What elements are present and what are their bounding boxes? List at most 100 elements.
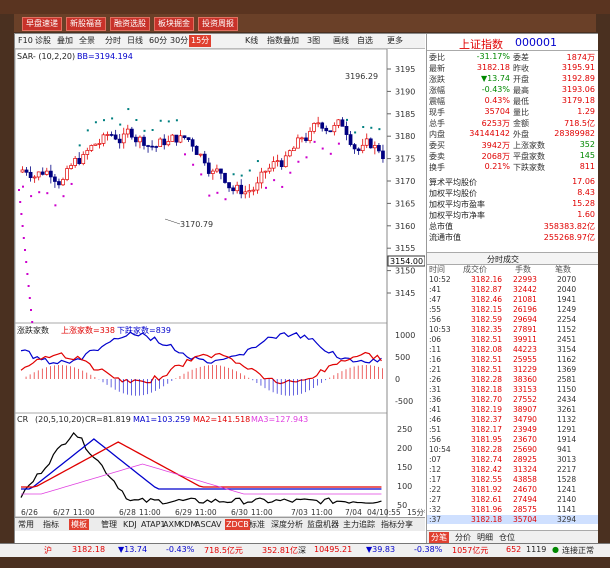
tool-30min[interactable]: 30分 <box>170 35 188 47</box>
trade-row: :22 3181.92 24670 1241 <box>427 485 598 494</box>
promo-button-3[interactable]: 融资选股 <box>110 17 150 31</box>
quote-label: 外盘 <box>513 130 529 139</box>
tab-indicator[interactable]: 指标 <box>43 519 59 530</box>
trade-volume: 25955 <box>513 355 537 364</box>
tab-main-force[interactable]: 主力追踪 <box>343 519 375 530</box>
candle-body <box>239 184 244 195</box>
tab-template[interactable]: 模板 <box>69 519 89 530</box>
tool-watchlist[interactable]: 自选 <box>357 35 373 47</box>
tool-diagnose[interactable]: 诊股 <box>35 35 51 47</box>
trade-volume: 33153 <box>513 385 537 394</box>
x-tick-label: 6/26 <box>21 508 38 517</box>
tab-price-dist[interactable]: 分价 <box>455 532 471 543</box>
sar-dot <box>127 108 130 111</box>
tool-draw[interactable]: 画线 <box>333 35 349 47</box>
quote-row: 委比 -31.17% 委差 1874万 <box>427 52 598 63</box>
candle-body <box>320 122 325 129</box>
tool-daily[interactable]: 日线 <box>127 35 143 47</box>
x-tick-label: 6/27 <box>53 508 70 517</box>
tab-asc[interactable]: ASC <box>195 519 211 530</box>
quote-row: 总手 6253万 金额 718.5亿 <box>427 118 598 129</box>
tool-overlay[interactable]: 叠加 <box>57 35 73 47</box>
tab-zdcb[interactable]: ZDCB <box>225 519 250 530</box>
volume-tick-label: 0 <box>395 375 400 384</box>
chart-svg[interactable]: 3195 3190 3185 3180 3175 3170 3165 3160 3155 3150… <box>14 48 432 518</box>
quote-value: 3942万 <box>481 141 510 150</box>
sar-dot <box>184 153 186 156</box>
tool-panorama[interactable]: 全景 <box>79 35 95 47</box>
candle-body <box>340 119 345 127</box>
quote-row: 涨跌 ▼13.74 开盘 3192.89 <box>427 74 598 85</box>
status-pct: -0.43% <box>166 545 195 554</box>
promo-button-1[interactable]: 早盘速递 <box>22 17 62 31</box>
tool-f10[interactable]: F10 <box>18 35 33 47</box>
promo-button-5[interactable]: 投资周报 <box>198 17 238 31</box>
quote-label: 最高 <box>513 86 529 95</box>
trade-time: :37 <box>429 515 442 524</box>
trade-price: 3182.51 <box>471 365 503 374</box>
tab-monitor[interactable]: 监盘机器 <box>307 519 339 530</box>
trade-row: :46 3182.37 34790 1132 <box>427 415 598 424</box>
tool-more[interactable]: 更多 <box>387 35 403 47</box>
tab-detail[interactable]: 明细 <box>477 532 493 543</box>
tab-position[interactable]: 仓位 <box>499 532 515 543</box>
tool-60min[interactable]: 60分 <box>149 35 167 47</box>
tool-index-overlay[interactable]: 指数叠加 <box>267 35 299 47</box>
promo-button-4[interactable]: 板块掘金 <box>154 17 194 31</box>
trade-count: 3261 <box>557 405 577 414</box>
quote-label: 委卖 <box>429 152 445 161</box>
current-price-label: 3154.00 <box>390 257 423 266</box>
trade-row: :06 3182.51 39911 2451 <box>427 335 598 344</box>
stat-value: 15.28 <box>572 199 595 208</box>
promo-button-2[interactable]: 新股福音 <box>66 17 106 31</box>
price-tick-label: 3165 <box>395 199 415 208</box>
trade-time: :22 <box>429 485 442 494</box>
price-tick-label: 3190 <box>395 87 415 96</box>
candle-body <box>206 162 211 174</box>
col-price: 成交价 <box>463 265 487 274</box>
sar-dot <box>135 118 138 121</box>
candle-body <box>65 168 69 180</box>
tab-standard[interactable]: 标准 <box>249 519 265 530</box>
trade-count: 1249 <box>557 305 577 314</box>
tool-intraday[interactable]: 分时 <box>105 35 121 47</box>
tab-common[interactable]: 常用 <box>18 519 34 530</box>
quote-label: 现手 <box>429 108 445 117</box>
cr-tick-label: 100 <box>397 482 412 491</box>
sar-dot <box>86 129 89 132</box>
tab-tick[interactable]: 分笔 <box>429 532 449 543</box>
sar-dot <box>175 119 178 122</box>
candle-body <box>121 133 126 144</box>
quote-value: 1.29 <box>577 107 595 116</box>
status-sz-label: 深 <box>298 546 306 555</box>
col-volume: 手数 <box>515 265 531 274</box>
sar-dot <box>119 123 122 126</box>
candle-body <box>312 123 316 132</box>
trade-time: :46 <box>429 415 442 424</box>
trade-time: 10:54 <box>429 445 451 454</box>
candle-body <box>344 125 349 135</box>
chart-area[interactable]: 3195 3190 3185 3180 3175 3170 3165 3160 3155 3150… <box>14 48 432 518</box>
trade-time: :16 <box>429 355 442 364</box>
quote-label: 委比 <box>429 53 445 62</box>
tab-kdj[interactable]: KDJ <box>123 519 137 530</box>
tab-share[interactable]: 指标分享 <box>381 519 413 530</box>
trade-volume: 23670 <box>513 435 537 444</box>
stat-row: 加权平均市净率 1.60 <box>427 210 598 221</box>
trade-count: 3013 <box>557 455 577 464</box>
tool-15min[interactable]: 15分 <box>189 35 212 47</box>
tool-kline[interactable]: K线 <box>245 35 258 47</box>
connection-status[interactable]: 连接正常 <box>562 545 594 556</box>
quote-value: ▼13.74 <box>480 74 510 83</box>
trade-row: 10:52 3182.16 22993 2070 <box>427 275 598 284</box>
trade-volume: 31324 <box>513 465 537 474</box>
stat-value: 17.06 <box>572 177 595 186</box>
tab-manage[interactable]: 管理 <box>101 519 117 530</box>
quote-value: 28389982 <box>554 129 595 138</box>
tab-atap1[interactable]: ATAP1 <box>141 519 166 530</box>
tab-depth[interactable]: 深度分析 <box>271 519 303 530</box>
tab-av[interactable]: AV <box>211 519 221 530</box>
tool-3charts[interactable]: 3图 <box>307 35 320 47</box>
up-count-label: 上涨家数=338 <box>61 326 115 335</box>
quote-value: 811 <box>579 162 595 171</box>
